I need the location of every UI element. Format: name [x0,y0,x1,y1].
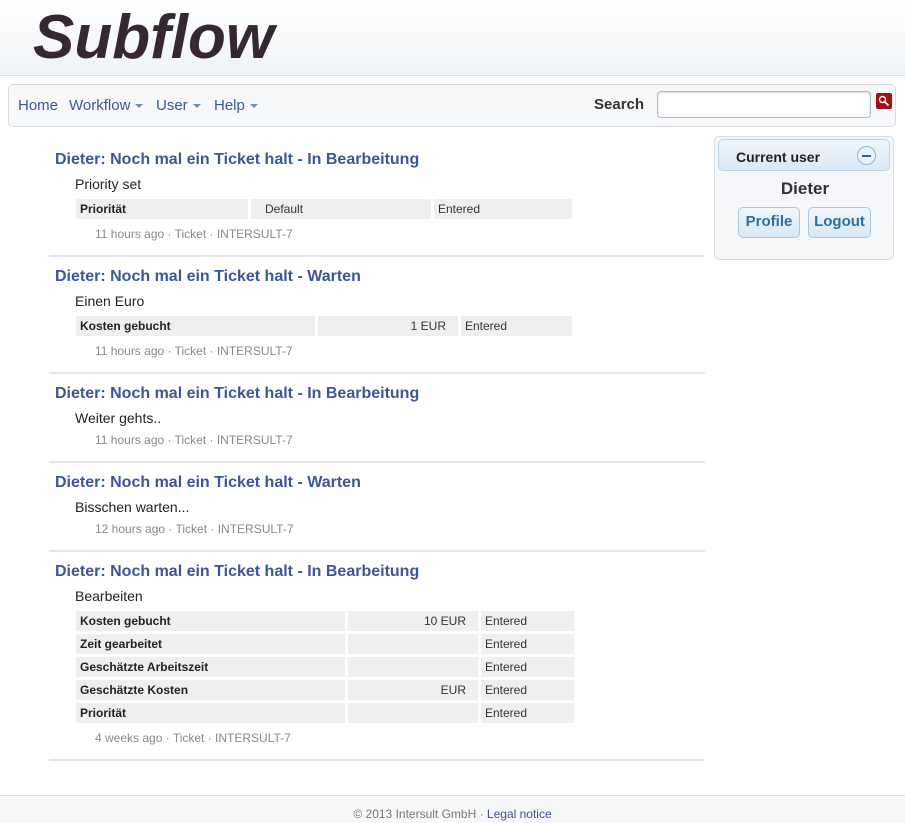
feed-entry: Dieter: Noch mal ein Ticket halt - In Be… [49,374,705,463]
nav-workflow-label: Workflow [69,97,131,114]
entry-fields-table: Kosten gebucht 10 EUR Entered Zeit gearb… [73,608,577,726]
feed-entry: Dieter: Noch mal ein Ticket halt - In Be… [49,140,705,257]
entry-title-link[interactable]: Dieter: Noch mal ein Ticket halt - In Be… [55,151,705,169]
current-username: Dieter [780,179,830,198]
field-status: Entered [481,680,574,700]
field-value: EUR [348,680,478,700]
page-footer: © 2013 Intersult GmbH · Legal notice [0,795,905,823]
entry-title-link[interactable]: Dieter: Noch mal ein Ticket halt - In Be… [55,385,705,403]
nav-user[interactable]: User [156,97,201,114]
entry-title-link[interactable]: Dieter: Noch mal ein Ticket halt - In Be… [55,563,705,581]
activity-feed: Dieter: Noch mal ein Ticket halt - In Be… [49,140,705,761]
field-name: Priorität [76,199,248,219]
field-status: Entered [481,634,574,654]
field-value [348,634,478,654]
field-name: Geschätzte Kosten [76,680,345,700]
entry-text: Bisschen warten... [75,499,190,515]
entry-meta: 4 weeks ago · Ticket · INTERSULT-7 [95,731,291,745]
nav-user-label: User [156,97,188,114]
table-row: Priorität Entered [76,703,574,723]
feed-entry: Dieter: Noch mal ein Ticket halt - In Be… [49,552,705,761]
entry-text: Priority set [75,176,142,192]
table-row: Kosten gebucht 1 EUR Entered [76,316,572,336]
nav-help[interactable]: Help [214,97,258,114]
entry-title-link[interactable]: Dieter: Noch mal ein Ticket halt - Warte… [55,474,705,492]
nav-home[interactable]: Home [18,97,58,114]
field-status: Entered [434,199,572,219]
navbar: Home Workflow User Help Search [8,84,896,127]
search-icon [878,95,890,107]
field-status: Entered [481,657,574,677]
feed-entry: Dieter: Noch mal ein Ticket halt - Warte… [49,463,705,552]
search-button[interactable] [876,93,892,109]
entry-meta: 12 hours ago · Ticket · INTERSULT-7 [95,522,294,536]
field-status: Entered [461,316,572,336]
table-row: Priorität Default Entered [76,199,572,219]
page-header: Subflow [0,0,905,76]
field-value [348,657,478,677]
caret-down-icon [135,104,144,109]
table-row: Kosten gebucht 10 EUR Entered [76,611,574,631]
caret-down-icon [249,104,258,109]
field-value [348,703,478,723]
panel-header: Current user [718,139,890,171]
feed-entry: Dieter: Noch mal ein Ticket halt - Warte… [49,257,705,374]
entry-text: Einen Euro [75,293,145,309]
legal-notice-link[interactable]: Legal notice [487,807,552,821]
nav-home-label: Home [18,97,59,114]
table-row: Zeit gearbeitet Entered [76,634,574,654]
caret-down-icon [192,104,201,109]
entry-title-link[interactable]: Dieter: Noch mal ein Ticket halt - Warte… [55,268,705,286]
table-row: Geschätzte Arbeitszeit Entered [76,657,574,677]
table-row: Geschätzte Kosten EUR Entered [76,680,574,700]
minus-icon [862,155,871,157]
profile-button[interactable]: Profile [738,207,800,238]
current-user-panel: Current user Dieter Profile Logout [714,136,894,260]
search-label: Search [594,96,645,113]
field-value: 10 EUR [348,611,478,631]
entry-text: Bearbeiten [75,588,143,604]
entry-fields-table: Kosten gebucht 1 EUR Entered [73,313,575,339]
field-status: Entered [481,703,574,723]
field-name: Geschätzte Arbeitszeit [76,657,345,677]
field-name: Kosten gebucht [76,316,315,336]
nav-workflow[interactable]: Workflow [69,97,144,114]
field-name: Priorität [76,703,345,723]
logout-button[interactable]: Logout [808,207,871,238]
field-name: Zeit gearbeitet [76,634,345,654]
app-logo[interactable]: Subflow [33,2,274,73]
entry-meta: 11 hours ago · Ticket · INTERSULT-7 [95,344,293,358]
field-value: 1 EUR [318,316,458,336]
entry-meta: 11 hours ago · Ticket · INTERSULT-7 [95,433,293,447]
entry-fields-table: Priorität Default Entered [73,196,575,222]
copyright-text: © 2013 Intersult GmbH · [353,807,487,821]
search-input[interactable] [657,91,871,118]
entry-meta: 11 hours ago · Ticket · INTERSULT-7 [95,227,293,241]
panel-title: Current user [736,149,821,165]
collapse-button[interactable] [857,146,876,165]
nav-help-label: Help [214,97,245,114]
field-status: Entered [481,611,574,631]
entry-text: Weiter gehts.. [75,410,162,426]
field-value: Default [251,199,431,219]
field-name: Kosten gebucht [76,611,345,631]
